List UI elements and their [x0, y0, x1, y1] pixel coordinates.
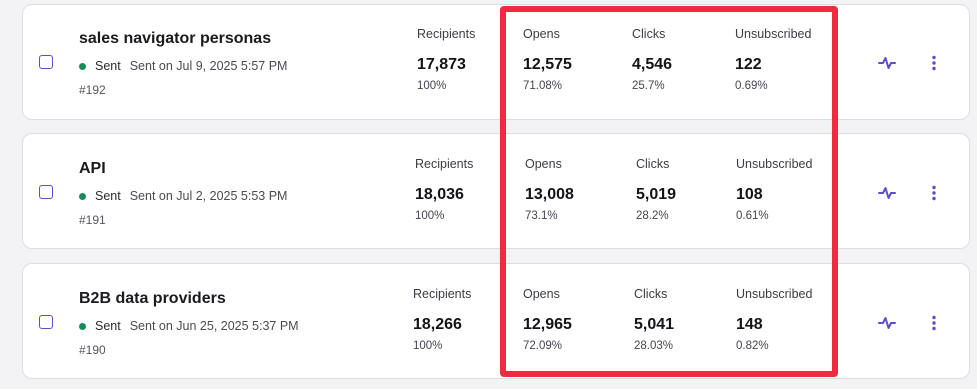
campaign-checkbox[interactable]	[39, 185, 53, 199]
metric-label: Clicks	[636, 157, 670, 171]
campaign-title[interactable]: sales navigator personas	[79, 30, 271, 48]
metric-percent: 0.82%	[736, 340, 769, 352]
activity-icon[interactable]	[878, 316, 896, 330]
metric-value: 13,008	[525, 186, 574, 203]
metric-recipients: Recipients 18,266 100%	[413, 287, 471, 352]
more-vertical-icon[interactable]	[928, 55, 940, 71]
sent-date: Sent on Jul 9, 2025 5:57 PM	[129, 59, 288, 73]
metric-unsubscribed: Unsubscribed 122 0.69%	[735, 27, 811, 92]
metric-recipients: Recipients 18,036 100%	[415, 157, 473, 222]
metric-value: 17,873	[417, 56, 466, 73]
metric-unsubscribed: Unsubscribed 148 0.82%	[736, 287, 812, 352]
campaign-title[interactable]: API	[79, 160, 106, 178]
status-text: Sent	[95, 59, 121, 73]
campaign-id: #191	[79, 213, 106, 227]
campaign-status: Sent Sent on Jul 9, 2025 5:57 PM	[79, 59, 287, 73]
activity-icon[interactable]	[878, 56, 896, 70]
metric-percent: 72.09%	[523, 340, 563, 352]
metric-label: Recipients	[413, 287, 472, 301]
metric-label: Opens	[523, 287, 560, 301]
metric-label: Unsubscribed	[736, 287, 813, 301]
more-vertical-icon[interactable]	[928, 185, 940, 201]
sent-date: Sent on Jun 25, 2025 5:37 PM	[129, 319, 299, 333]
status-text: Sent	[95, 189, 121, 203]
campaign-checkbox[interactable]	[39, 315, 53, 329]
campaign-card: B2B data providers Sent Sent on Jun 25, …	[22, 263, 970, 379]
metric-percent: 28.2%	[636, 210, 669, 222]
metric-value: 5,041	[634, 316, 675, 333]
metric-label: Opens	[523, 27, 560, 41]
metric-opens: Opens 13,008 73.1%	[525, 157, 574, 222]
metric-value: 108	[736, 186, 763, 203]
metric-value: 18,266	[413, 316, 462, 333]
metric-opens: Opens 12,575 71.08%	[523, 27, 572, 92]
metric-percent: 25.7%	[632, 80, 665, 92]
campaign-id: #190	[79, 343, 106, 357]
campaign-checkbox[interactable]	[39, 55, 53, 69]
sent-date: Sent on Jul 2, 2025 5:53 PM	[129, 189, 288, 203]
metric-percent: 100%	[417, 80, 447, 92]
metric-percent: 100%	[413, 340, 443, 352]
metric-label: Opens	[525, 157, 562, 171]
metric-unsubscribed: Unsubscribed 108 0.61%	[736, 157, 812, 222]
metric-value: 12,575	[523, 56, 572, 73]
metric-clicks: Clicks 5,041 28.03%	[634, 287, 674, 352]
status-text: Sent	[95, 319, 121, 333]
metric-opens: Opens 12,965 72.09%	[523, 287, 572, 352]
metric-label: Unsubscribed	[736, 157, 813, 171]
campaign-card: sales navigator personas Sent Sent on Ju…	[22, 4, 970, 120]
metric-recipients: Recipients 17,873 100%	[417, 27, 475, 92]
campaign-status: Sent Sent on Jul 2, 2025 5:53 PM	[79, 189, 287, 203]
metric-clicks: Clicks 4,546 25.7%	[632, 27, 672, 92]
metric-percent: 0.69%	[735, 80, 768, 92]
campaign-status: Sent Sent on Jun 25, 2025 5:37 PM	[79, 319, 299, 333]
metric-percent: 0.61%	[736, 210, 769, 222]
more-vertical-icon[interactable]	[928, 315, 940, 331]
metric-label: Recipients	[417, 27, 476, 41]
sent-status-dot	[79, 192, 86, 200]
metric-value: 122	[735, 56, 762, 73]
metric-value: 18,036	[415, 186, 464, 203]
sent-status-dot	[79, 62, 86, 70]
activity-icon[interactable]	[878, 186, 896, 200]
metric-label: Recipients	[415, 157, 474, 171]
campaign-card: API Sent Sent on Jul 2, 2025 5:53 PM #19…	[22, 133, 970, 249]
metric-value: 4,546	[632, 56, 673, 73]
metric-percent: 100%	[415, 210, 445, 222]
campaign-title[interactable]: B2B data providers	[79, 290, 226, 308]
sent-status-dot	[79, 322, 86, 330]
metric-label: Clicks	[634, 287, 668, 301]
metric-label: Unsubscribed	[735, 27, 812, 41]
metric-value: 12,965	[523, 316, 572, 333]
metric-value: 5,019	[636, 186, 677, 203]
metric-percent: 71.08%	[523, 80, 563, 92]
metric-percent: 73.1%	[525, 210, 558, 222]
campaign-id: #192	[79, 83, 106, 97]
metric-clicks: Clicks 5,019 28.2%	[636, 157, 676, 222]
metric-percent: 28.03%	[634, 340, 674, 352]
metric-label: Clicks	[632, 27, 666, 41]
metric-value: 148	[736, 316, 763, 333]
